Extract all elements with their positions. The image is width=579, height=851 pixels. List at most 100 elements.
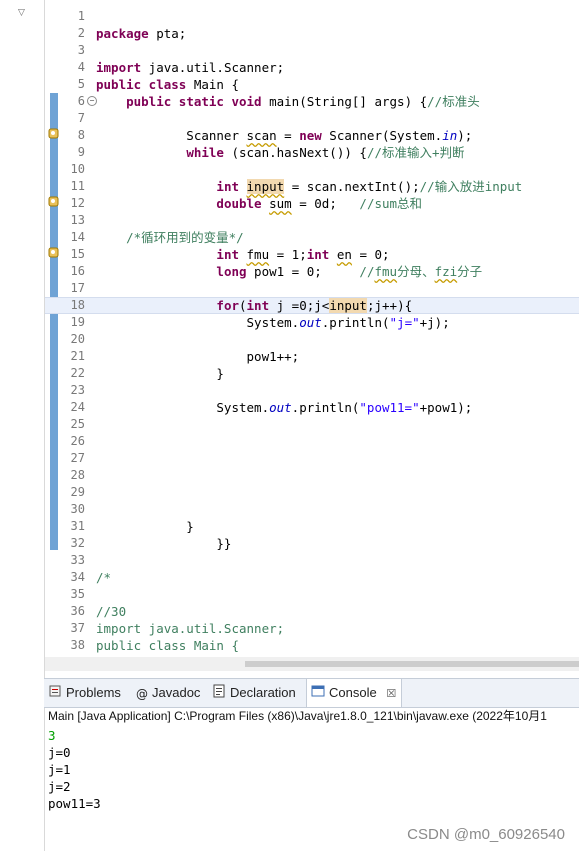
declaration-icon bbox=[212, 680, 226, 708]
code-line: 35 bbox=[45, 586, 579, 603]
line-number: 10 bbox=[70, 162, 85, 176]
code-line: 24 System.out.println("pow11="+pow1); bbox=[45, 399, 579, 416]
code-line: 32 }} bbox=[45, 535, 579, 552]
line-number: 34 bbox=[70, 570, 85, 584]
code-editor[interactable]: 1 2 package pta; 3 4 import java.util.Scan… bbox=[45, 0, 579, 672]
code-text: } bbox=[96, 519, 194, 534]
console-process-header: Main [Java Application] C:\Program Files… bbox=[48, 709, 547, 723]
line-number: 2 bbox=[77, 26, 85, 40]
code-line: 7 bbox=[45, 110, 579, 127]
code-text: public static void main(String[] args) {… bbox=[126, 94, 480, 109]
line-number: 33 bbox=[70, 553, 85, 567]
tab-problems[interactable]: Problems bbox=[48, 679, 130, 707]
code-text: for(int j =0;j<input;j++){ bbox=[216, 298, 413, 313]
line-number: 11 bbox=[70, 179, 85, 193]
line-number: 8 bbox=[77, 128, 85, 142]
line-number: 7 bbox=[77, 111, 85, 125]
code-text: /*循环用到的变量*/ bbox=[126, 230, 244, 245]
code-line: 11 int input = scan.nextInt();//输入放进inpu… bbox=[45, 178, 579, 195]
line-number: 15 bbox=[70, 247, 85, 261]
code-line: 34 /* bbox=[45, 569, 579, 586]
code-line: 23 bbox=[45, 382, 579, 399]
current-line: 18 for(int j =0;j<input;j++){ bbox=[45, 297, 579, 314]
code-line: 37 import java.util.Scanner; bbox=[45, 620, 579, 637]
line-number: 36 bbox=[70, 604, 85, 618]
console-line: 3 bbox=[48, 728, 56, 743]
line-number: 35 bbox=[70, 587, 85, 601]
code-line: 27 bbox=[45, 450, 579, 467]
line-number: 20 bbox=[70, 332, 85, 346]
horizontal-scrollbar[interactable] bbox=[45, 657, 579, 671]
tab-declaration[interactable]: Declaration bbox=[212, 679, 304, 707]
code-text: double sum = 0d; //sum总和 bbox=[216, 196, 423, 211]
line-number: 32 bbox=[70, 536, 85, 550]
line-number: 28 bbox=[70, 468, 85, 482]
code-line: 15 int fmu = 1;int en = 0; bbox=[45, 246, 579, 263]
line-number: 19 bbox=[70, 315, 85, 329]
tab-label: Javadoc bbox=[152, 685, 201, 700]
code-text: Scanner scan = new Scanner(System.in); bbox=[96, 128, 473, 143]
code-line: 33 bbox=[45, 552, 579, 569]
tab-label: Problems bbox=[66, 685, 121, 700]
code-line: 4 import java.util.Scanner; bbox=[45, 59, 579, 76]
code-line: 22 } bbox=[45, 365, 579, 382]
code-line: 25 bbox=[45, 416, 579, 433]
code-text: while (scan.hasNext()) {//标准输入+判断 bbox=[186, 145, 465, 160]
line-number: 6 bbox=[77, 94, 85, 108]
code-text: public class Main { bbox=[96, 77, 239, 92]
console-line: j=1 bbox=[48, 762, 71, 777]
line-number: 22 bbox=[70, 366, 85, 380]
code-line: 31 } bbox=[45, 518, 579, 535]
code-line: 5 public class Main { bbox=[45, 76, 579, 93]
view-tab-bar: Problems @ Javadoc Declaration Console ☒ bbox=[44, 678, 579, 708]
console-line: j=0 bbox=[48, 745, 71, 760]
code-line: 14 /*循环用到的变量*/ bbox=[45, 229, 579, 246]
line-number: 16 bbox=[70, 264, 85, 278]
line-number: 5 bbox=[77, 77, 85, 91]
code-line: 10 bbox=[45, 161, 579, 178]
outline-gutter: ▽ bbox=[0, 0, 45, 851]
code-line: 9 while (scan.hasNext()) {//标准输入+判断 bbox=[45, 144, 579, 161]
code-line: 16 long pow1 = 0; //fmu分母、fzi分子 bbox=[45, 263, 579, 280]
code-text: package pta; bbox=[96, 26, 187, 41]
line-number: 12 bbox=[70, 196, 85, 210]
tab-label: Declaration bbox=[230, 685, 296, 700]
line-number: 17 bbox=[70, 281, 85, 295]
code-line: 1 bbox=[45, 8, 579, 25]
line-number: 27 bbox=[70, 451, 85, 465]
line-number: 3 bbox=[77, 43, 85, 57]
code-line: 38 public class Main { bbox=[45, 637, 579, 654]
tab-console[interactable]: Console ☒ bbox=[306, 679, 402, 707]
code-line: 17 bbox=[45, 280, 579, 297]
code-line: 2 package pta; bbox=[45, 25, 579, 42]
code-text: import java.util.Scanner; bbox=[96, 60, 285, 75]
problems-icon bbox=[48, 680, 62, 708]
tab-javadoc[interactable]: @ Javadoc bbox=[136, 679, 208, 707]
code-line: 6− public static void main(String[] args… bbox=[45, 93, 579, 110]
code-text: int input = scan.nextInt();//输入放进input bbox=[216, 179, 523, 194]
line-number: 23 bbox=[70, 383, 85, 397]
code-text: //30 bbox=[96, 604, 127, 619]
code-line: 8 Scanner scan = new Scanner(System.in); bbox=[45, 127, 579, 144]
line-number: 31 bbox=[70, 519, 85, 533]
console-icon bbox=[311, 680, 325, 708]
code-text: }} bbox=[96, 536, 232, 551]
tab-label: Console bbox=[329, 685, 377, 700]
line-number: 1 bbox=[77, 9, 85, 23]
code-line: 28 bbox=[45, 467, 579, 484]
code-text: public class Main { bbox=[96, 638, 239, 653]
code-text: System.out.println("j="+j); bbox=[96, 315, 450, 330]
code-text: pow1++; bbox=[96, 349, 300, 364]
code-line: 29 bbox=[45, 484, 579, 501]
line-number: 25 bbox=[70, 417, 85, 431]
code-text: /* bbox=[96, 570, 112, 585]
chevron-down-icon[interactable]: ▽ bbox=[18, 8, 28, 18]
watermark: CSDN @m0_60926540 bbox=[407, 826, 565, 843]
code-text: System.out.println("pow11="+pow1); bbox=[96, 400, 473, 415]
code-text: long pow1 = 0; //fmu分母、fzi分子 bbox=[216, 264, 483, 279]
code-text: int fmu = 1;int en = 0; bbox=[216, 247, 390, 262]
line-number: 18 bbox=[70, 298, 85, 312]
close-icon[interactable]: ☒ bbox=[386, 687, 396, 700]
line-number: 30 bbox=[70, 502, 85, 516]
scrollbar-thumb[interactable] bbox=[245, 661, 579, 667]
